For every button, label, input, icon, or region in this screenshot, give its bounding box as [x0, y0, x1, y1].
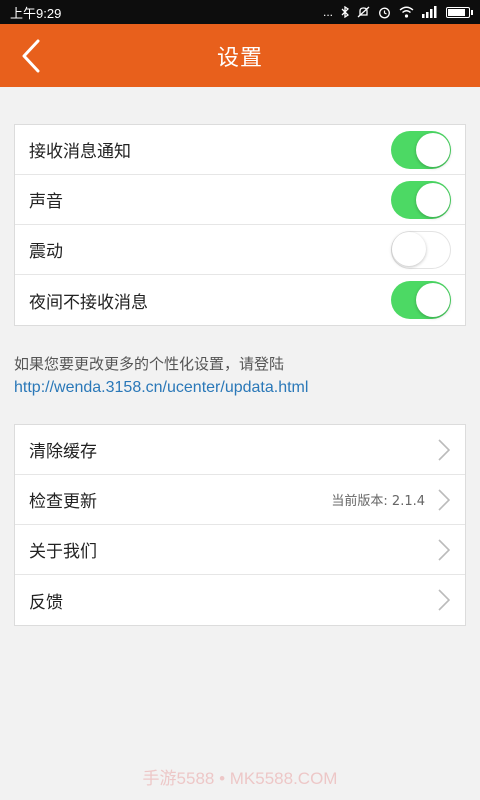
wifi-icon [399, 6, 414, 18]
vibration-toggle[interactable] [391, 230, 451, 269]
battery-icon [446, 6, 473, 18]
sound-toggle[interactable] [391, 180, 451, 219]
setting-row-receive-notifications: 接收消息通知 [15, 125, 465, 175]
back-icon[interactable] [14, 39, 48, 73]
chevron-right-icon [437, 588, 451, 612]
setting-label: 声音 [29, 192, 63, 212]
setting-row-sound: 声音 [15, 175, 465, 225]
receive-notifications-toggle[interactable] [391, 130, 451, 169]
watermark: 手游5588 • MK5588.COM [142, 769, 338, 788]
page-title: 设置 [216, 45, 263, 71]
menu-item-label: 检查更新 [29, 492, 97, 512]
personalization-hint: 如果您要更改更多的个性化设置，请登陆 http://wenda.3158.cn/… [14, 352, 466, 400]
status-bar: 上午9:29 ... [0, 0, 480, 24]
notification-settings-group: 接收消息通知 声音 震动 夜间不接收消息 [14, 124, 466, 326]
night-mute-toggle[interactable] [391, 281, 451, 319]
navigation-bar: 设置 [0, 24, 480, 87]
mute-icon [357, 6, 370, 18]
bluetooth-icon [341, 6, 349, 18]
current-version: 当前版本: 2.1.4 [331, 494, 425, 509]
setting-label: 接收消息通知 [29, 142, 131, 162]
hint-text: 如果您要更改更多的个性化设置，请登陆 [14, 355, 285, 373]
signal-icon [422, 6, 437, 18]
menu-item-label: 反馈 [29, 592, 63, 613]
setting-row-night-mute: 夜间不接收消息 [15, 275, 465, 325]
ucenter-link[interactable]: http://wenda.3158.cn/ucenter/updata.html [14, 376, 466, 400]
menu-item-feedback[interactable]: 反馈 [15, 575, 465, 625]
chevron-right-icon [437, 438, 451, 462]
setting-label: 夜间不接收消息 [29, 292, 148, 313]
chevron-right-icon [437, 488, 451, 512]
chevron-right-icon [437, 538, 451, 562]
menu-item-label: 关于我们 [29, 542, 97, 562]
menu-group: 清除缓存 检查更新 当前版本: 2.1.4 关于我们 反馈 [14, 424, 466, 626]
status-time: 上午9:29 [10, 5, 62, 21]
setting-label: 震动 [29, 242, 63, 262]
menu-item-clear-cache[interactable]: 清除缓存 [15, 425, 465, 475]
status-icons: ... [322, 5, 473, 19]
menu-item-label: 清除缓存 [29, 442, 97, 462]
menu-item-check-update[interactable]: 检查更新 当前版本: 2.1.4 [15, 475, 465, 525]
more-dots-icon: ... [322, 5, 333, 19]
alarm-icon [379, 7, 390, 18]
setting-row-vibration: 震动 [15, 225, 465, 275]
menu-item-about-us[interactable]: 关于我们 [15, 525, 465, 575]
